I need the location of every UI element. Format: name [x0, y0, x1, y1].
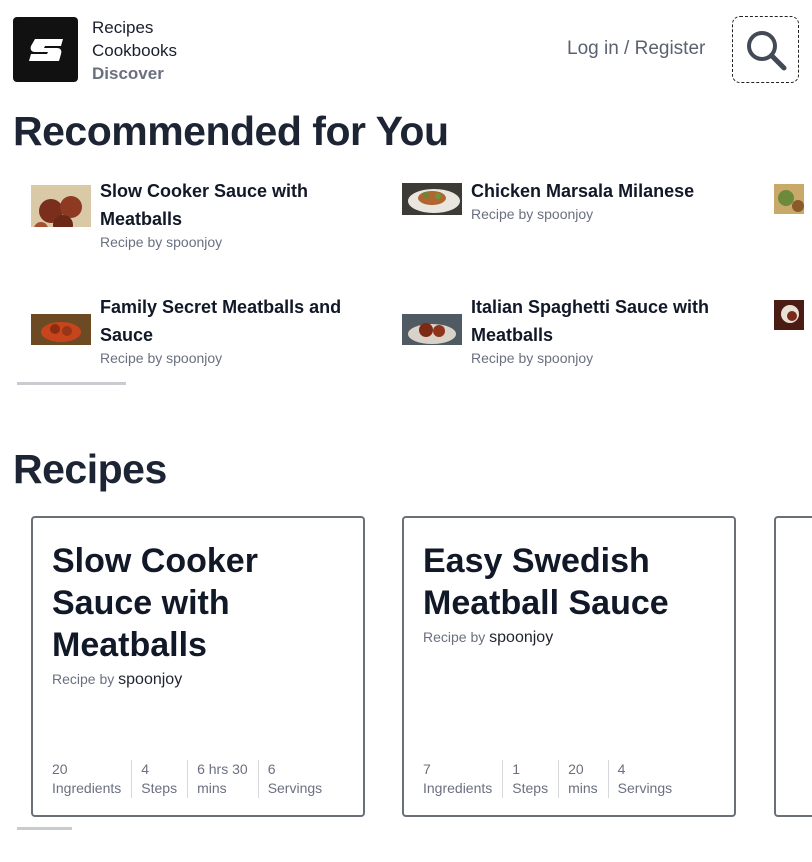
stat-ingredients: 20 Ingredients [52, 761, 122, 796]
stat-servings: 4 Servings [607, 760, 682, 798]
recipe-thumbnail [31, 314, 91, 345]
stat-steps: 1 Steps [502, 760, 558, 798]
search-button[interactable] [732, 16, 799, 83]
recipe-stats: 7 Ingredients 1 Steps 20 mins 4 Servings [423, 760, 724, 798]
recipe-byline: Recipe by spoonjoy [471, 350, 594, 366]
recipe-card-title[interactable]: Easy Swedish Meatball Sauce [423, 540, 723, 624]
recipe-thumbnail [402, 314, 462, 345]
recipe-thumbnail[interactable] [774, 300, 804, 330]
recommended-title: Recommended for You [13, 108, 449, 154]
recipe-stats: 20 Ingredients 4 Steps 6 hrs 30 mins 6 Servi… [52, 760, 353, 798]
recipe-card[interactable] [774, 516, 812, 817]
stat-time: 20 mins [558, 760, 608, 798]
logo[interactable] [13, 17, 78, 82]
stat-time: 6 hrs 30 mins [187, 760, 258, 798]
logo-icon [29, 39, 63, 61]
search-icon [747, 31, 787, 71]
recipe-thumbnail [31, 185, 91, 227]
nav-discover[interactable]: Discover [92, 62, 177, 85]
recipe-card[interactable]: Slow Cooker Sauce with Meatballs Recipe … [31, 516, 365, 817]
recipe-card[interactable]: Easy Swedish Meatball Sauce Recipe by sp… [402, 516, 736, 817]
recommended-scrollbar[interactable] [17, 382, 126, 385]
stat-servings: 6 Servings [257, 760, 332, 798]
recipe-thumbnail[interactable] [774, 184, 804, 214]
recipe-name[interactable]: Slow Cooker Sauce with Meatballs [100, 177, 360, 233]
stat-steps: 4 Steps [131, 760, 187, 798]
recipe-thumbnail [402, 183, 462, 215]
recipe-name[interactable]: Family Secret Meatballs and Sauce [100, 293, 360, 349]
author-link[interactable]: spoonjoy [489, 629, 553, 646]
recipe-card-title[interactable]: Slow Cooker Sauce with Meatballs [52, 540, 352, 666]
nav-cookbooks[interactable]: Cookbooks [92, 39, 177, 62]
recipe-byline: Recipe by spoonjoy [100, 234, 223, 250]
site-header: Recipes Cookbooks Discover Log in / Regi… [0, 0, 812, 95]
recipe-card-byline: Recipe by spoonjoy [423, 629, 554, 646]
recipes-title: Recipes [13, 446, 167, 492]
recipes-scrollbar[interactable] [17, 827, 72, 830]
login-register-link[interactable]: Log in / Register [567, 38, 705, 60]
author-link[interactable]: spoonjoy [118, 671, 182, 688]
recipe-name[interactable]: Italian Spaghetti Sauce with Meatballs [471, 293, 731, 349]
nav-recipes[interactable]: Recipes [92, 16, 177, 39]
main-nav: Recipes Cookbooks Discover [92, 16, 177, 85]
recipe-byline: Recipe by spoonjoy [100, 350, 223, 366]
stat-ingredients: 7 Ingredients [423, 761, 493, 796]
recipe-name[interactable]: Chicken Marsala Milanese [471, 177, 731, 205]
recipe-byline: Recipe by spoonjoy [471, 206, 594, 222]
recipe-card-byline: Recipe by spoonjoy [52, 671, 183, 688]
